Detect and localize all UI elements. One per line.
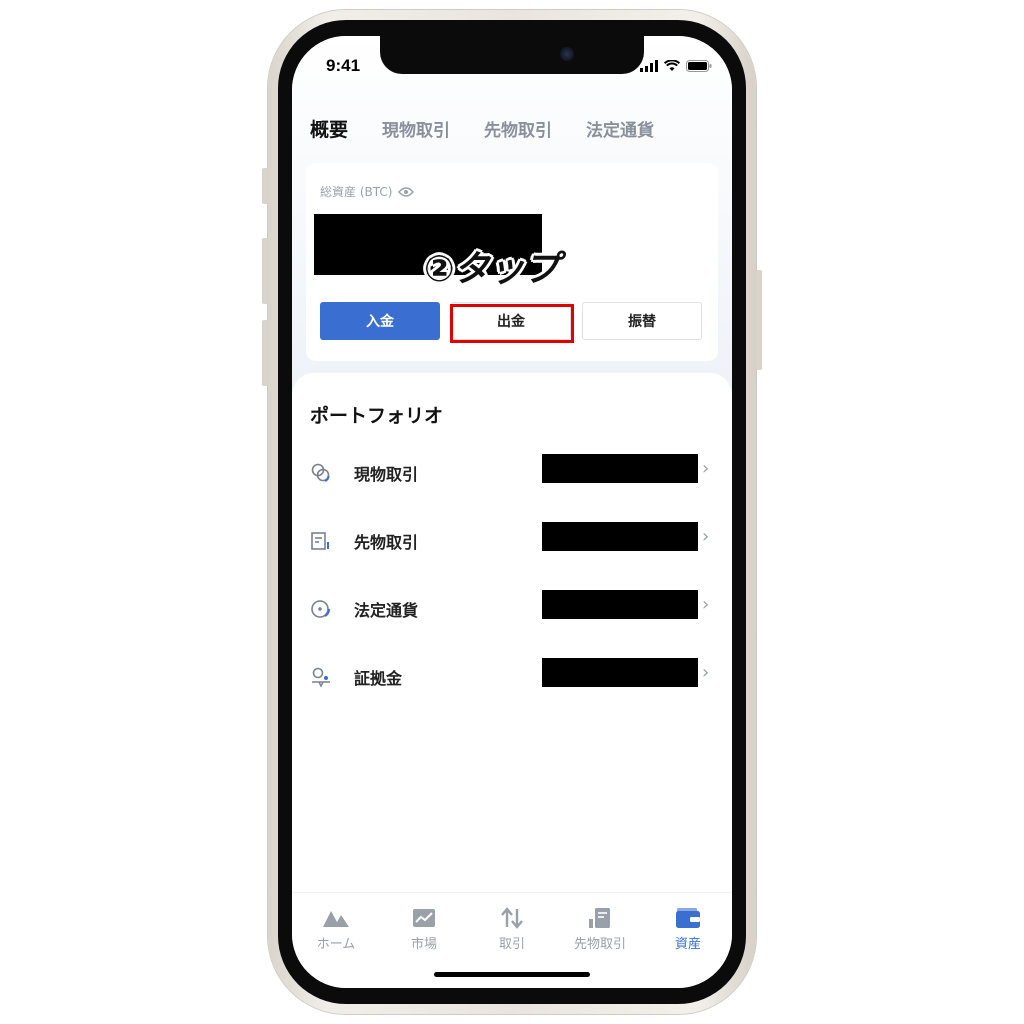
nav-market[interactable]: 市場 [384, 907, 464, 952]
futures-icon [311, 532, 329, 550]
portfolio-value-redacted [542, 590, 698, 619]
portfolio-row-fiat[interactable]: 法定通貨 › [292, 588, 732, 628]
camera-icon [560, 47, 574, 61]
home-indicator [434, 972, 590, 977]
portfolio-row-label: 現物取引 [354, 465, 419, 484]
spot-icon [311, 463, 330, 482]
deposit-button[interactable]: 入金 [320, 302, 440, 340]
portfolio-value-redacted [542, 522, 698, 551]
chevron-right-icon: › [702, 594, 710, 615]
nav-label: 資産 [674, 937, 701, 952]
portfolio-row-spot[interactable]: 現物取引 › [292, 452, 732, 492]
tab-futures[interactable]: 先物取引 [484, 116, 552, 142]
portfolio-row-label: 先物取引 [354, 533, 419, 552]
portfolio-row-label: 証拠金 [354, 669, 403, 688]
tab-overview[interactable]: 概要 [310, 115, 348, 142]
home-icon [323, 911, 349, 927]
tab-fiat[interactable]: 法定通貨 [586, 116, 654, 142]
chevron-right-icon: › [702, 662, 710, 683]
nav-label: 市場 [410, 937, 437, 952]
portfolio-value-redacted [542, 658, 698, 687]
volume-up-button [262, 238, 268, 304]
transfer-button[interactable]: 振替 [582, 302, 702, 340]
chevron-right-icon: › [702, 458, 710, 479]
nav-label: 取引 [498, 937, 525, 952]
portfolio-row-label: 法定通貨 [354, 601, 419, 620]
status-time: 9:41 [326, 56, 361, 75]
asset-tabs: 概要 現物取引 先物取引 法定通貨 [310, 116, 688, 142]
market-icon [413, 909, 435, 927]
nav-trade[interactable]: 取引 [472, 907, 552, 952]
nav-futures[interactable]: 先物取引 [560, 907, 640, 952]
nav-label: 先物取引 [573, 937, 626, 952]
tab-spot[interactable]: 現物取引 [382, 116, 450, 142]
power-button [756, 270, 762, 370]
signal-icon [640, 60, 658, 72]
total-assets-label: 総資産 (BTC) [320, 185, 393, 199]
portfolio-value-redacted [542, 454, 698, 483]
chevron-right-icon: › [702, 526, 710, 547]
mute-switch [262, 168, 268, 204]
status-icons [640, 60, 712, 72]
nav-home[interactable]: ホーム [296, 907, 376, 952]
portfolio-title: ポートフォリオ [310, 405, 444, 427]
margin-icon [312, 667, 330, 688]
futures-nav-icon [589, 908, 610, 928]
nav-label: ホーム [316, 937, 356, 952]
phone-screen: 9:41 概要 現物取引 先物取引 法定通貨 総資産 (BTC) 入金 出金 振… [292, 36, 732, 988]
nav-assets[interactable]: 資産 [648, 907, 728, 952]
wallet-icon [676, 908, 700, 928]
wifi-icon [664, 60, 680, 71]
total-assets-label-row: 総資産 (BTC) [320, 183, 415, 200]
notch [380, 36, 644, 74]
fiat-icon [311, 600, 331, 618]
portfolio-row-margin[interactable]: 証拠金 › [292, 656, 732, 696]
tap-annotation: ②タップ [424, 249, 559, 290]
portfolio-row-futures[interactable]: 先物取引 › [292, 520, 732, 560]
withdraw-button[interactable]: 出金 [451, 302, 571, 340]
eye-icon[interactable] [398, 186, 415, 197]
trade-icon [501, 907, 523, 929]
volume-down-button [262, 320, 268, 386]
battery-icon [686, 60, 712, 72]
portfolio-section: ポートフォリオ 現物取引 › 先物取引 › 法定通貨 › 証拠金 › [292, 373, 732, 893]
